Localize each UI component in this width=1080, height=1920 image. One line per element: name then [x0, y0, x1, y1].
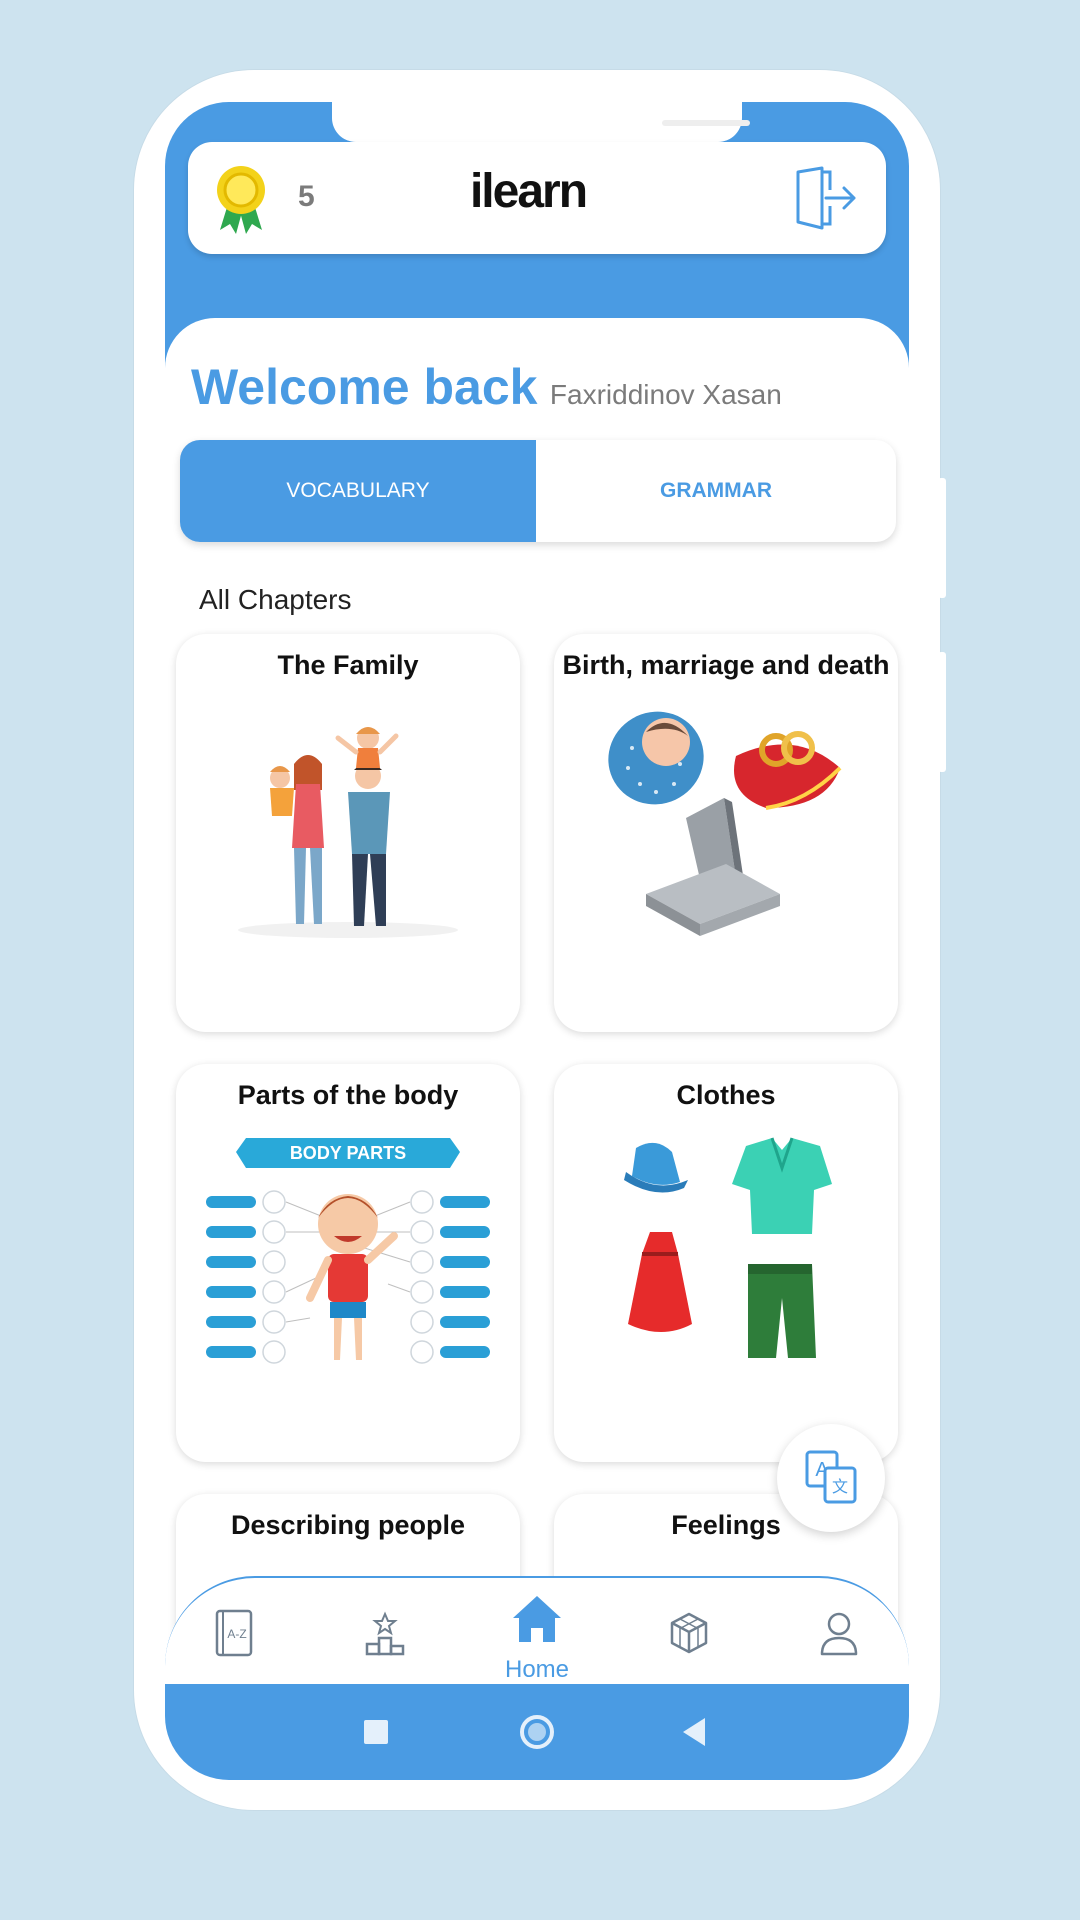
leaderboard-icon: [365, 1611, 405, 1656]
back-button[interactable]: [679, 1710, 709, 1754]
score-count: 5: [298, 180, 315, 213]
body-parts-banner: BODY PARTS: [290, 1143, 406, 1163]
volume-button: [938, 478, 946, 598]
notch: [332, 102, 750, 142]
chapter-title: Describing people: [230, 1510, 466, 1540]
translate-icon: A 文: [805, 1450, 857, 1504]
body-parts-chart: BODY PARTS: [206, 1138, 490, 1364]
medal-icon[interactable]: [216, 164, 266, 238]
nav-home-label: Home: [504, 1656, 570, 1683]
translate-button[interactable]: A 文: [777, 1424, 885, 1532]
logout-icon[interactable]: [792, 166, 860, 230]
welcome-heading: Welcome back Faxriddinov Xasan: [191, 358, 782, 416]
power-button: [938, 652, 946, 772]
welcome-title: Welcome back: [191, 359, 538, 415]
chapter-card-parts-of-body[interactable]: Parts of the body BODY PARTS: [176, 1064, 520, 1462]
clothes-illustration: [624, 1137, 832, 1358]
app-screen: 5 ilearn Welcome back Faxriddinov Xasan …: [165, 102, 909, 1780]
recents-button[interactable]: [361, 1710, 391, 1754]
chapter-card-birth-marriage-death[interactable]: Birth, marriage and death: [554, 634, 898, 1032]
chapter-title: The Family: [277, 650, 419, 680]
user-name: Faxriddinov Xasan: [549, 379, 782, 410]
system-navigation-bar: [165, 1684, 909, 1780]
profile-icon: [820, 1612, 858, 1656]
main-content: Welcome back Faxriddinov Xasan VOCABULAR…: [165, 318, 909, 1780]
section-title: All Chapters: [199, 584, 352, 615]
home-button[interactable]: [517, 1710, 557, 1754]
chapter-title: Parts of the body: [237, 1080, 459, 1110]
category-tabs: VOCABULARY GRAMMAR: [180, 440, 896, 542]
chapter-card-family[interactable]: The Family: [176, 634, 520, 1032]
dictionary-icon: A-Z: [215, 1609, 253, 1657]
chapter-card-clothes[interactable]: Clothes: [554, 1064, 898, 1462]
family-illustration: [238, 727, 458, 938]
birth-marriage-death-illustration: [608, 711, 842, 936]
chapter-title: Birth, marriage and death: [562, 650, 890, 680]
svg-text:文: 文: [832, 1478, 848, 1496]
cube-icon: [670, 1612, 708, 1654]
tab-vocabulary[interactable]: VOCABULARY: [180, 440, 536, 542]
header-bar: 5 ilearn: [188, 142, 886, 254]
app-logo: ilearn: [469, 165, 588, 218]
chapter-title: Clothes: [676, 1080, 776, 1110]
home-icon: [513, 1596, 561, 1642]
svg-text:A-Z: A-Z: [227, 1627, 246, 1641]
tab-grammar[interactable]: GRAMMAR: [536, 440, 896, 542]
